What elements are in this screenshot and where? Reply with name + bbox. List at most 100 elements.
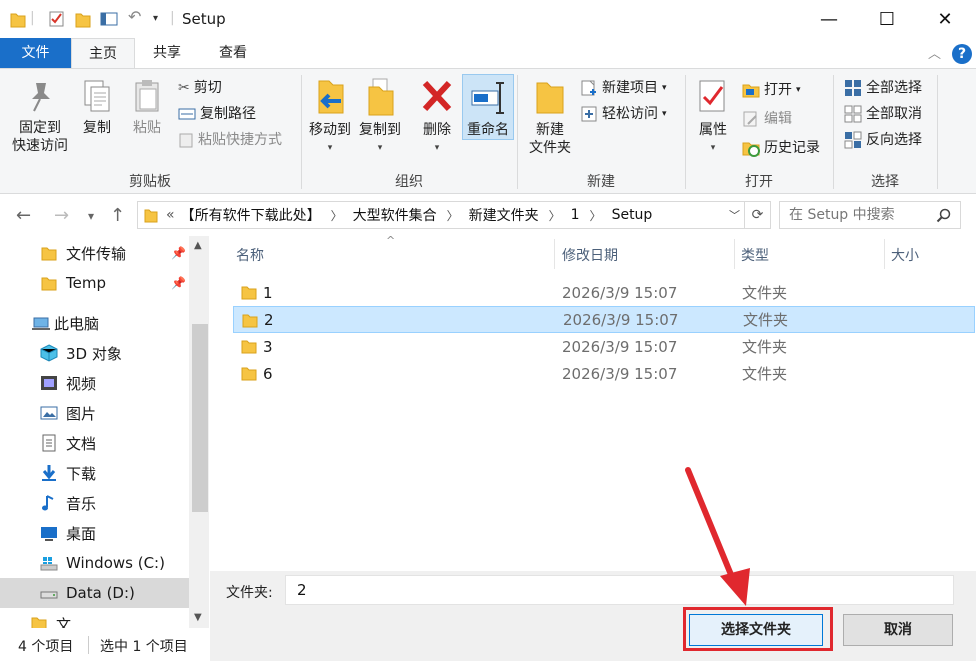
column-divider[interactable]: [554, 239, 555, 269]
edit-button[interactable]: 编辑: [742, 108, 792, 130]
back-arrow-icon[interactable]: ←: [16, 205, 31, 226]
view-pane-icon[interactable]: [100, 10, 118, 28]
search-input[interactable]: 在 Setup 中搜索: [779, 201, 961, 229]
open-button[interactable]: 打开 ▾: [742, 79, 801, 101]
undo-icon[interactable]: ↶: [128, 7, 141, 26]
breadcrumb-item[interactable]: 新建文件夹: [469, 205, 539, 225]
chevron-right-icon[interactable]: 〉: [331, 207, 343, 224]
select-all-label: 全部选择: [866, 80, 922, 96]
chevron-right-icon[interactable]: 〉: [549, 207, 561, 224]
nav-item-documents[interactable]: 文档: [0, 428, 189, 458]
tab-home[interactable]: 主页: [71, 38, 135, 68]
scissors-icon: ✂: [178, 80, 190, 96]
history-button[interactable]: 历史记录: [742, 137, 820, 159]
breadcrumb-item[interactable]: 【所有软件下载此处】: [181, 205, 321, 225]
column-header-type[interactable]: 类型: [741, 245, 769, 265]
column-divider[interactable]: [884, 239, 885, 269]
paste-shortcut-label: 粘贴快捷方式: [198, 132, 282, 148]
dropdown-arrow-icon: ▾: [662, 83, 667, 93]
maximize-button[interactable]: ☐: [858, 0, 916, 38]
easy-access-label: 轻松访问: [602, 106, 658, 122]
cut-button[interactable]: ✂ 剪切: [178, 77, 222, 99]
nav-item-videos[interactable]: 视频: [0, 368, 189, 398]
nav-item-data-drive[interactable]: Data (D:): [0, 578, 189, 608]
nav-item-3d-objects[interactable]: 3D 对象: [0, 338, 189, 368]
breadcrumb-item[interactable]: 1: [571, 207, 580, 223]
chevron-right-icon[interactable]: 〉: [447, 207, 459, 224]
chevron-right-icon[interactable]: 〉: [590, 207, 602, 224]
file-name: 1: [263, 283, 273, 302]
breadcrumb-item[interactable]: 大型软件集合: [353, 205, 437, 225]
paste-shortcut-icon: [179, 133, 193, 148]
paste-shortcut-button[interactable]: 粘贴快捷方式: [178, 129, 282, 151]
table-row[interactable]: 3 2026/3/9 15:07 文件夹: [233, 333, 975, 360]
tab-share[interactable]: 共享: [135, 38, 199, 68]
item-count: 4 个项目: [18, 639, 74, 655]
nav-item-this-pc[interactable]: 此电脑: [0, 308, 189, 338]
paste-label: 粘贴: [133, 120, 161, 136]
table-row[interactable]: 6 2026/3/9 15:07 文件夹: [233, 360, 975, 387]
nav-pane-scroll-thumb[interactable]: [192, 324, 208, 512]
nav-item-partial[interactable]: 文: [0, 614, 189, 628]
properties-button[interactable]: 属性 ▾: [692, 77, 734, 157]
copy-to-button[interactable]: 复制到 ▾: [356, 77, 404, 157]
easy-access-button[interactable]: 轻松访问 ▾: [580, 103, 667, 125]
paste-button[interactable]: 粘贴: [126, 79, 168, 137]
column-header-size[interactable]: 大小: [891, 245, 919, 265]
paste-icon: [135, 80, 159, 112]
nav-item-desktop[interactable]: 桌面: [0, 518, 189, 548]
cancel-button[interactable]: 取消: [843, 614, 953, 646]
copy-path-button[interactable]: 复制路径: [178, 103, 256, 125]
new-item-button[interactable]: 新建项目 ▾: [580, 77, 667, 99]
nav-item-pictures[interactable]: 图片: [0, 398, 189, 428]
scroll-up-icon[interactable]: ▲: [194, 240, 202, 251]
copy-path-icon: [178, 108, 196, 120]
invert-selection-button[interactable]: 反向选择: [844, 129, 922, 151]
dropdown-arrow-icon: ▾: [327, 143, 333, 153]
file-list: ^ 名称 修改日期 类型 大小 1 2026/3/9 15:07 文件夹 2 2…: [210, 234, 976, 571]
collapse-ribbon-icon[interactable]: ︿: [928, 43, 941, 62]
up-arrow-icon[interactable]: ↑: [110, 205, 125, 226]
nav-item-file-transfer[interactable]: 文件传输 📌: [0, 238, 189, 268]
minimize-button[interactable]: —: [800, 0, 858, 38]
address-dropdown-icon[interactable]: ﹀: [729, 207, 740, 223]
new-folder-label-1: 新建: [536, 122, 564, 138]
column-header-name[interactable]: 名称: [236, 245, 264, 265]
tab-view[interactable]: 查看: [199, 38, 267, 68]
file-date: 2026/3/9 15:07: [562, 337, 678, 356]
close-button[interactable]: ✕: [916, 0, 974, 38]
properties-quick-icon[interactable]: [48, 10, 66, 28]
folder-input[interactable]: 2: [285, 575, 954, 605]
customize-toolbar-icon[interactable]: ▾: [153, 13, 158, 31]
folder-icon: [31, 617, 47, 628]
forward-arrow-icon[interactable]: →: [54, 205, 69, 226]
recent-locations-icon[interactable]: ▾: [88, 209, 94, 223]
tab-file[interactable]: 文件: [0, 38, 71, 68]
nav-item-music[interactable]: 音乐: [0, 488, 189, 518]
refresh-button[interactable]: ⟳: [745, 201, 771, 229]
select-all-button[interactable]: 全部选择: [844, 77, 922, 99]
column-header-date[interactable]: 修改日期: [562, 245, 618, 265]
delete-button[interactable]: 删除 ▾: [416, 77, 458, 157]
table-row[interactable]: 1 2026/3/9 15:07 文件夹: [233, 279, 975, 306]
help-button[interactable]: ?: [952, 44, 972, 64]
breadcrumb-item[interactable]: Setup: [612, 207, 653, 223]
move-to-button[interactable]: 移动到 ▾: [306, 77, 354, 157]
rename-button[interactable]: 重命名: [463, 77, 513, 139]
copy-button[interactable]: 复制: [76, 79, 118, 137]
file-name: 2: [264, 310, 274, 329]
select-none-button[interactable]: 全部取消: [844, 103, 922, 125]
nav-item-downloads[interactable]: 下载: [0, 458, 189, 488]
new-folder-button[interactable]: 新建 文件夹: [524, 77, 576, 157]
scroll-down-icon[interactable]: ▼: [194, 612, 202, 623]
nav-item-windows-drive[interactable]: Windows (C:): [0, 548, 189, 578]
column-divider[interactable]: [734, 239, 735, 269]
new-folder-quick-icon[interactable]: [75, 10, 91, 28]
table-row-selected[interactable]: 2 2026/3/9 15:07 文件夹: [233, 306, 975, 333]
ribbon-tabs: 文件 主页 共享 查看 ︿ ?: [0, 38, 976, 68]
breadcrumb-overflow[interactable]: «: [166, 207, 175, 223]
pin-to-quick-access-button[interactable]: 固定到 快速访问: [8, 79, 72, 155]
address-bar[interactable]: « 【所有软件下载此处】 〉 大型软件集合 〉 新建文件夹 〉 1 〉 Setu…: [137, 201, 745, 229]
pin-icon: 📌: [171, 246, 186, 260]
nav-item-temp[interactable]: Temp 📌: [0, 268, 189, 298]
